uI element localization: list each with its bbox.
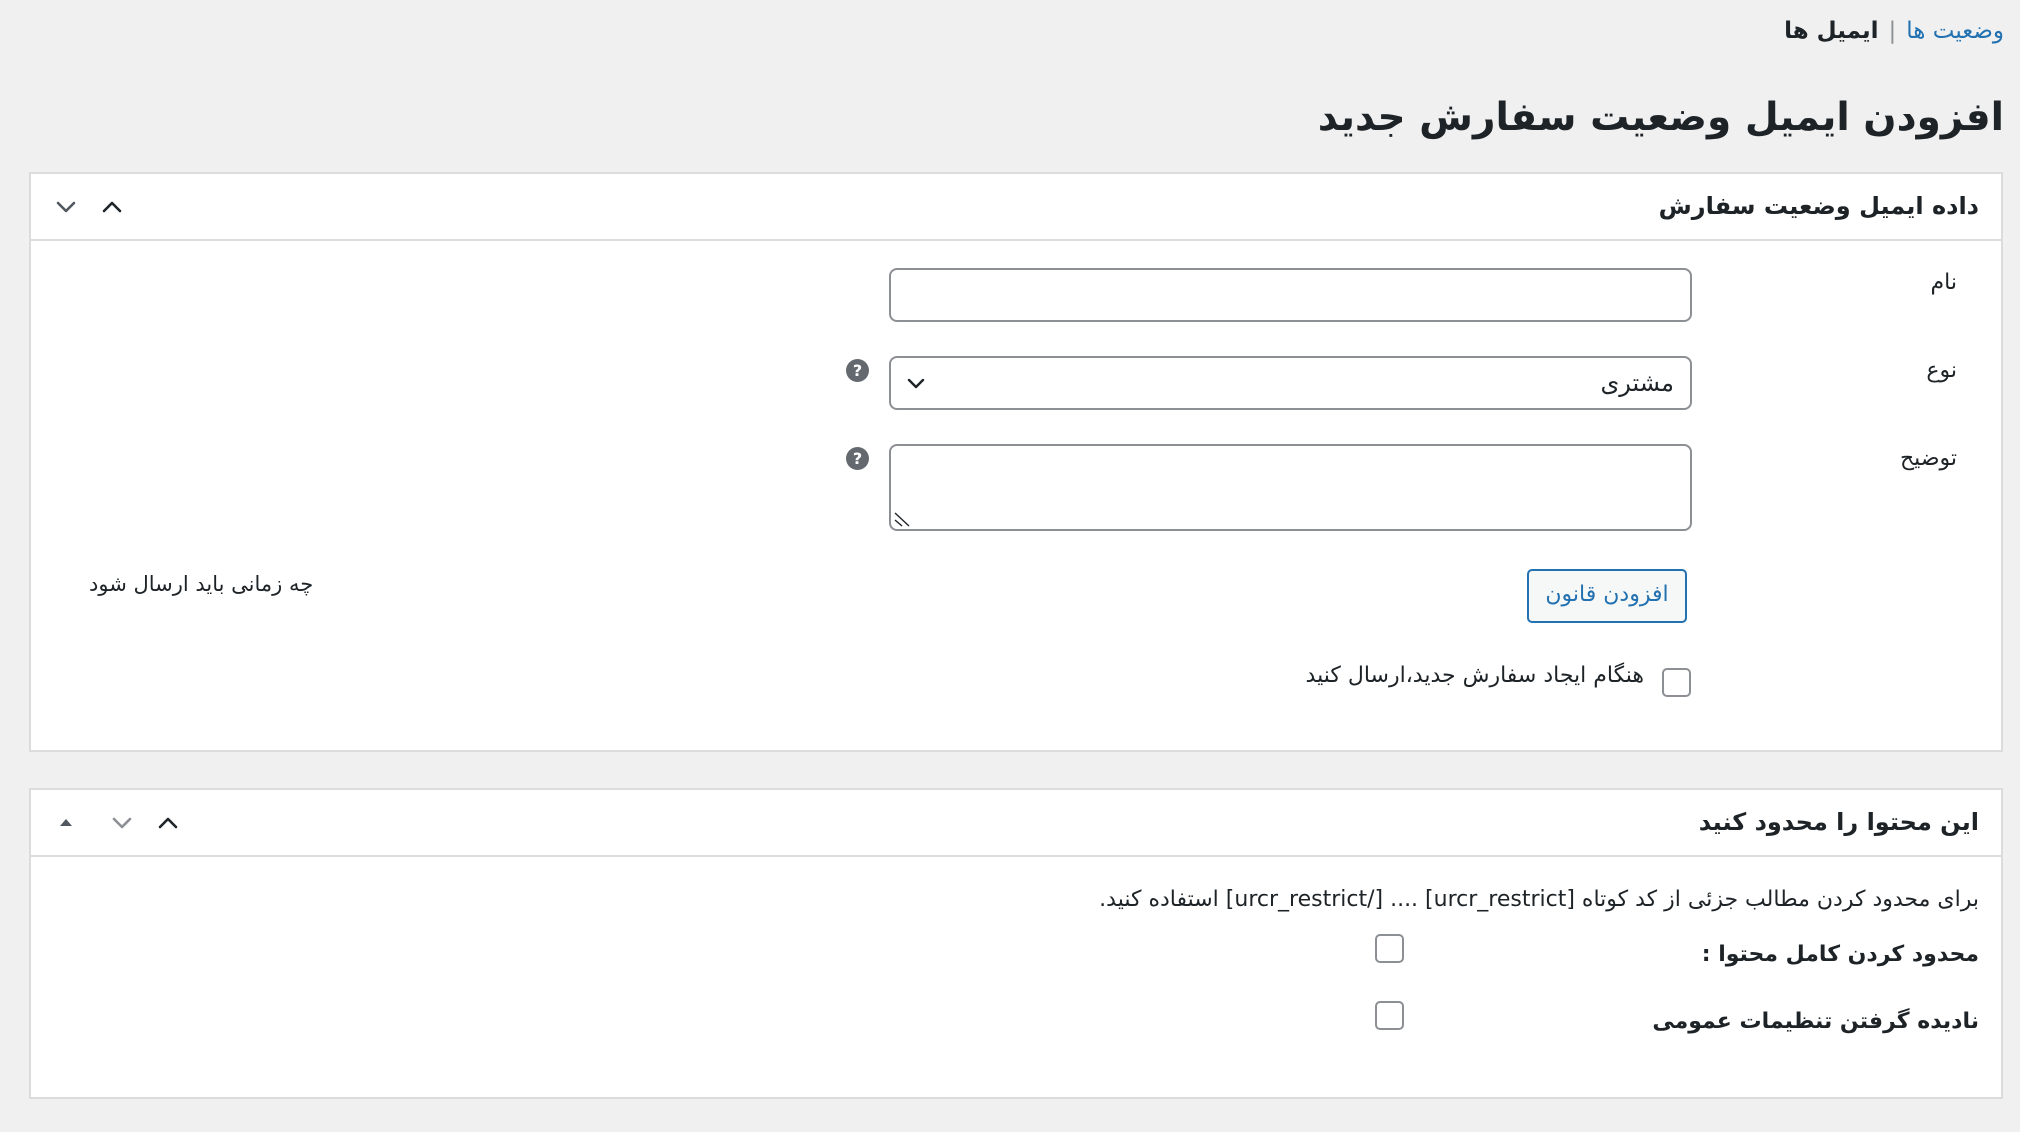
type-help-icon[interactable]: ?: [846, 359, 869, 382]
order-email-data-box-header: داده ایمیل وضعیت سفارش: [31, 174, 2001, 241]
add-rule-button[interactable]: افزودن قانون: [1527, 569, 1687, 623]
breadcrumb: وضعیت ها | ایمیل ها: [1784, 18, 2004, 44]
name-label: نام: [1930, 270, 1957, 295]
triangle-up-icon: [60, 818, 72, 826]
type-select[interactable]: مشتری: [889, 356, 1692, 410]
ignore-global-settings-label: نادیده گرفتن تنظیمات عمومی: [1652, 1009, 1979, 1034]
description-textarea[interactable]: [889, 444, 1692, 531]
toggle-panel-button[interactable]: [89, 184, 135, 230]
restrict-content-box-header: این محتوا را محدود کنید: [31, 790, 2001, 857]
type-label: نوع: [1926, 358, 1957, 383]
chevron-down-icon: [907, 378, 925, 389]
breadcrumb-link-statuses[interactable]: وضعیت ها: [1906, 18, 2004, 44]
ignore-global-settings-checkbox[interactable]: [1375, 1001, 1404, 1030]
restrict-full-content-checkbox[interactable]: [1375, 934, 1404, 963]
type-select-value: مشتری: [1600, 369, 1674, 397]
move-down-button[interactable]: [43, 184, 89, 230]
order-email-data-box-handles: [43, 174, 135, 239]
chevron-down-icon: [56, 201, 76, 212]
send-on-new-order-checkbox[interactable]: [1662, 668, 1691, 697]
description-label: توضیح: [1899, 446, 1957, 471]
breadcrumb-current-emails: ایمیل ها: [1784, 18, 1879, 44]
page-title: افزودن ایمیل وضعیت سفارش جدید: [1317, 95, 2004, 140]
move-up-button[interactable]: [43, 800, 89, 846]
order-email-data-box-title: داده ایمیل وضعیت سفارش: [1658, 192, 1979, 220]
restrict-content-box-title: این محتوا را محدود کنید: [1698, 808, 1979, 836]
order-email-data-box: داده ایمیل وضعیت سفارش نام نوع مشتری ? ت…: [29, 172, 2003, 752]
when-to-send-label: چه زمانی باید ارسال شود: [89, 572, 314, 596]
restrict-full-content-label: محدود کردن کامل محتوا :: [1701, 942, 1979, 967]
resize-handle-icon[interactable]: [893, 509, 911, 527]
chevron-up-icon: [158, 817, 178, 828]
chevron-up-icon: [102, 201, 122, 212]
description-help-icon[interactable]: ?: [846, 447, 869, 470]
chevron-down-icon: [112, 817, 132, 828]
name-input[interactable]: [889, 268, 1692, 322]
breadcrumb-separator: |: [1888, 18, 1897, 44]
restrict-content-box: این محتوا را محدود کنید برای محدود کردن …: [29, 788, 2003, 1099]
restrict-description: برای محدود کردن مطالب جزئی از کد کوتاه […: [1099, 887, 1979, 912]
move-down-button[interactable]: [99, 800, 145, 846]
toggle-panel-button[interactable]: [145, 800, 191, 846]
restrict-content-box-handles: [43, 790, 191, 855]
send-on-new-order-label: هنگام ایجاد سفارش جدید،ارسال کنید: [1305, 663, 1644, 688]
